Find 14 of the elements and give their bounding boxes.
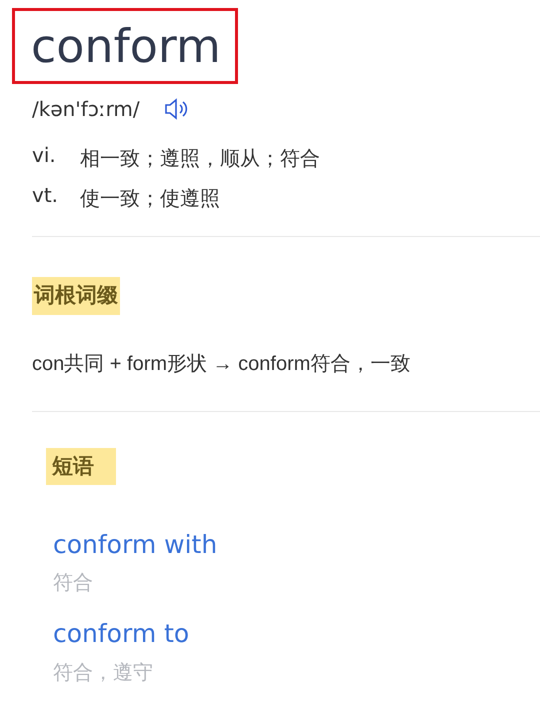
meaning: 使一致；使遵照: [80, 187, 220, 212]
phonetic: /kən'fɔːrm/: [32, 96, 140, 123]
meaning: 相一致；遵照，顺从；符合: [80, 147, 320, 172]
part-of-speech: vi.: [32, 142, 57, 169]
phrase-meaning: 符合，遵守: [53, 660, 154, 686]
phrase-link[interactable]: conform to: [53, 618, 190, 650]
speaker-icon[interactable]: [164, 98, 190, 120]
section-heading: 短语: [46, 448, 116, 485]
section-heading: 词根词缀: [32, 277, 120, 314]
headword: conform: [12, 8, 238, 84]
word-root-text: con共同 + form形状 → conform符合，一致: [32, 352, 412, 376]
part-of-speech: vt.: [32, 182, 60, 209]
phrase-meaning: 符合: [53, 571, 94, 596]
phrase-link[interactable]: conform with: [53, 529, 218, 560]
